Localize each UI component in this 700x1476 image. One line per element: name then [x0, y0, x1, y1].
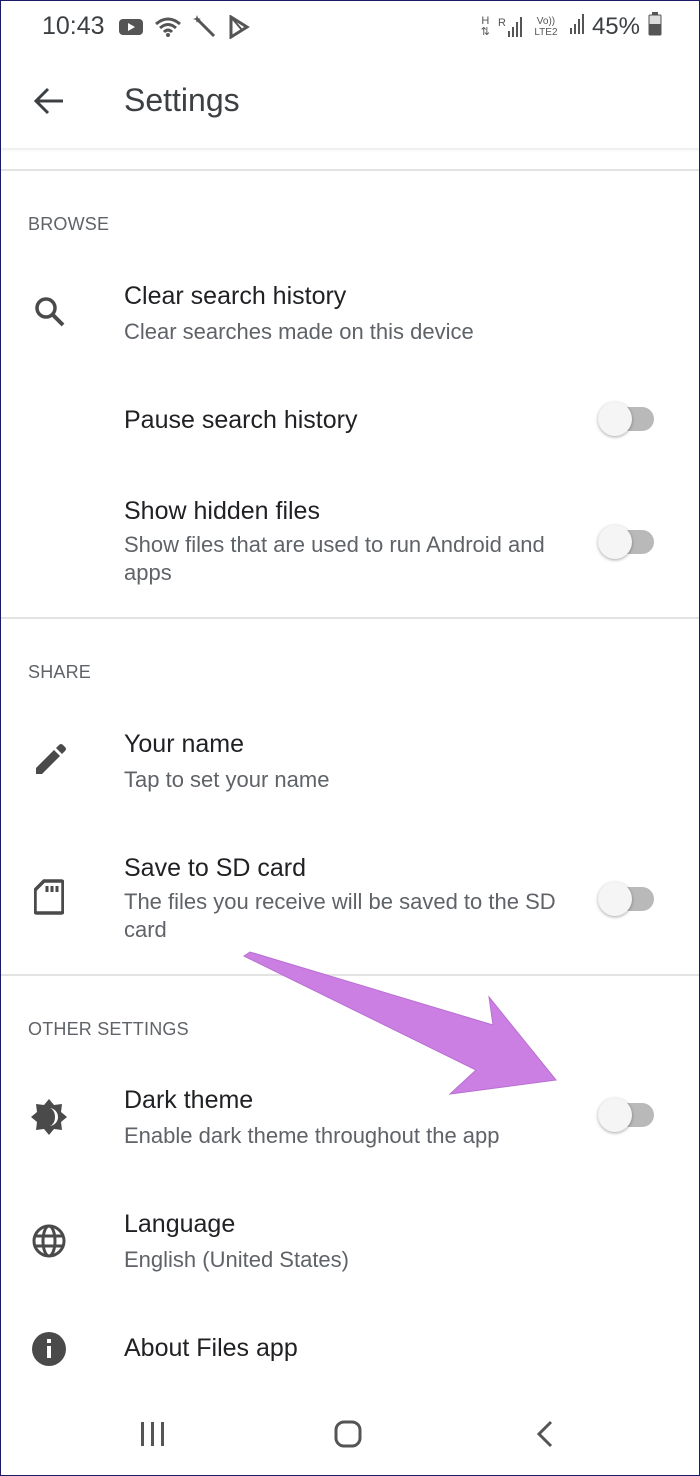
divider [0, 169, 700, 171]
divider [0, 974, 700, 976]
row-subtitle: The files you receive will be saved to t… [124, 889, 556, 942]
signal-icon: R [498, 16, 522, 37]
volte-label: Vo)) LTE2 [534, 15, 558, 38]
info-icon [28, 1328, 70, 1370]
row-subtitle: Clear searches made on this device [124, 319, 474, 344]
setting-dark-theme[interactable]: Dark theme Enable dark theme throughout … [0, 1074, 700, 1170]
setting-save-to-sd-card[interactable]: Save to SD card The files you receive wi… [0, 842, 700, 952]
network-h-icon: H ⇅ [480, 14, 490, 38]
magic-wand-icon [192, 14, 218, 45]
home-icon [333, 1419, 363, 1454]
network-r-label: R [498, 16, 506, 29]
battery-percent: 45% [591, 12, 640, 40]
row-title: About Files app [124, 1334, 298, 1362]
section-header-share: SHARE [28, 662, 92, 682]
row-title: Language [124, 1210, 236, 1238]
row-subtitle: Enable dark theme throughout the app [124, 1123, 500, 1148]
sd-card-icon [28, 876, 70, 918]
navigation-bar [0, 1396, 700, 1476]
home-button[interactable] [323, 1414, 373, 1458]
setting-your-name[interactable]: Your name Tap to set your name [0, 718, 700, 814]
back-button[interactable] [26, 80, 72, 126]
signal-icon-2 [569, 14, 584, 39]
row-subtitle: Show files that are used to run Android … [124, 532, 545, 585]
setting-show-hidden-files[interactable]: Show hidden files Show files that are us… [0, 485, 700, 595]
row-subtitle: English (United States) [124, 1247, 349, 1272]
section-header-browse: BROWSE [28, 214, 110, 234]
youtube-icon [118, 17, 144, 42]
row-title: Pause search history [124, 406, 358, 434]
row-title: Dark theme [124, 1086, 254, 1114]
status-bar: 10:43 H ⇅ R Vo)) LTE2 45% [0, 0, 700, 58]
divider [0, 617, 700, 619]
section-header-other-settings: OTHER SETTINGS [28, 1019, 189, 1039]
battery-icon [648, 12, 662, 41]
row-title: Clear search history [124, 282, 347, 310]
pause-search-history-toggle[interactable] [598, 402, 656, 436]
setting-language[interactable]: Language English (United States) [0, 1198, 700, 1294]
recents-icon [139, 1421, 167, 1452]
toggle-knob [598, 1098, 632, 1132]
network-h-label: H [481, 14, 490, 27]
row-title: Show hidden files [124, 497, 320, 525]
status-time: 10:43 [42, 12, 105, 40]
toggle-knob [598, 402, 632, 436]
system-back-button[interactable] [520, 1414, 570, 1458]
row-title: Your name [124, 730, 244, 758]
setting-pause-search-history[interactable]: Pause search history [0, 394, 700, 454]
chevron-left-icon [535, 1420, 555, 1453]
search-icon [28, 290, 70, 332]
dark-theme-toggle[interactable] [598, 1098, 656, 1132]
show-hidden-files-toggle[interactable] [598, 525, 656, 559]
row-title: Save to SD card [124, 854, 307, 882]
setting-clear-search-history[interactable]: Clear search history Clear searches made… [0, 270, 700, 366]
page-title: Settings [124, 82, 240, 118]
pencil-icon [28, 738, 70, 780]
play-store-icon [228, 14, 250, 44]
app-bar: Settings [0, 58, 700, 150]
toggle-knob [598, 882, 632, 916]
brightness-icon [28, 1096, 70, 1138]
toggle-knob [598, 525, 632, 559]
globe-icon [28, 1220, 70, 1262]
arrow-back-icon [33, 87, 65, 120]
arrows-icon: ⇅ [480, 25, 490, 38]
app-bar-shadow [0, 148, 700, 152]
row-subtitle: Tap to set your name [124, 767, 330, 792]
recents-button[interactable] [128, 1414, 178, 1458]
setting-about-files-app[interactable]: About Files app [0, 1322, 700, 1382]
save-to-sd-card-toggle[interactable] [598, 882, 656, 916]
wifi-icon [154, 16, 182, 43]
